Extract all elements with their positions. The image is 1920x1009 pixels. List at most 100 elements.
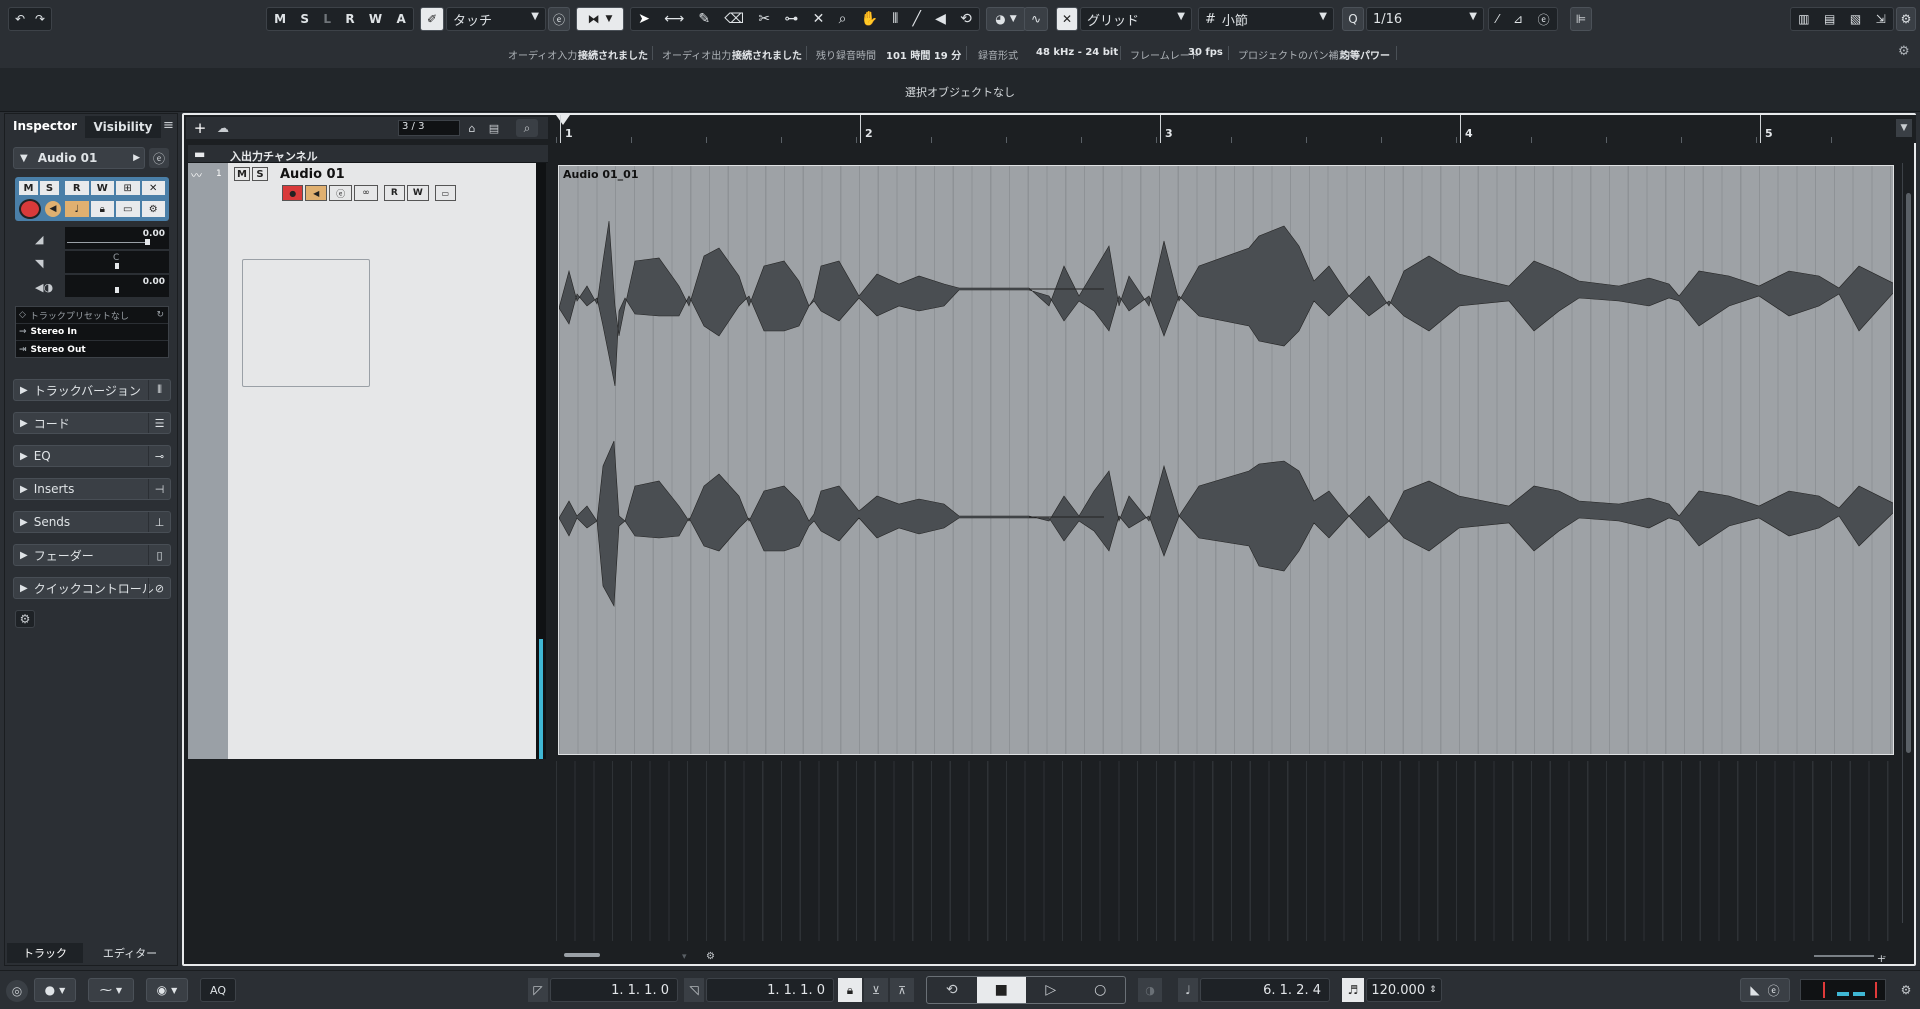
input-routing-row[interactable]: → Stereo In: [16, 324, 168, 341]
lanes-icon[interactable]: ▭: [116, 201, 140, 217]
align-icon[interactable]: ⊫: [1570, 7, 1592, 31]
object-select-icon[interactable]: ➤: [638, 11, 650, 27]
solo-button[interactable]: S: [252, 167, 268, 181]
tempo-track-icon[interactable]: ♬: [1342, 978, 1364, 1002]
gear-icon[interactable]: ⚙: [706, 951, 715, 962]
automation-mode-select[interactable]: タッチ ▼: [446, 7, 546, 31]
punch-select[interactable]: ⁓ ▼: [88, 978, 134, 1002]
inspector-track-header[interactable]: ▼ Audio 01 ▶: [13, 147, 145, 169]
tempo-display[interactable]: 120.000 ⇕: [1366, 978, 1442, 1002]
volume-handle[interactable]: [145, 239, 150, 245]
section-quick-controls[interactable]: ▶ クイックコントロール ⊘: [13, 577, 171, 599]
comp-icon[interactable]: ⫴: [892, 11, 898, 27]
undo-icon[interactable]: ↶: [10, 12, 30, 26]
position-display[interactable]: 6. 1. 2. 4: [1200, 978, 1330, 1002]
lanes-icon[interactable]: ▭: [434, 185, 456, 201]
search-icon[interactable]: ⌕: [516, 119, 538, 137]
automation-edit-icon[interactable]: ⓔ: [548, 7, 570, 31]
track-folder-icon[interactable]: ☁: [212, 119, 234, 137]
left-locator-display[interactable]: 1. 1. 1. 0: [550, 978, 678, 1002]
edit-channel-icon[interactable]: ⓔ: [328, 185, 353, 201]
snap-type-select[interactable]: グリッド ▼: [1080, 7, 1192, 31]
delay-handle[interactable]: [115, 287, 119, 293]
solo-button[interactable]: S: [40, 181, 59, 195]
section-inserts[interactable]: ▶ Inserts ⊣: [13, 478, 171, 500]
layout-bottom-icon[interactable]: ▤: [1824, 12, 1835, 26]
bypass-icon[interactable]: ✕: [141, 181, 165, 195]
solo-all-button[interactable]: S: [300, 12, 309, 26]
grid-type-select[interactable]: # 小節 ▼: [1198, 7, 1334, 31]
redo-icon[interactable]: ↷: [30, 12, 50, 26]
pan-fader[interactable]: C: [65, 251, 169, 273]
pencil-icon[interactable]: ✎: [698, 11, 710, 27]
read-button[interactable]: R: [65, 181, 89, 195]
link-icon[interactable]: ∞: [354, 185, 378, 201]
menu-icon[interactable]: ≡: [163, 118, 174, 133]
edit-channel-icon[interactable]: ⓔ: [149, 148, 169, 168]
layout-right-icon[interactable]: ▧: [1850, 12, 1861, 26]
record-enable-button[interactable]: ●: [282, 185, 304, 201]
auto-quantize-button[interactable]: AQ: [200, 978, 236, 1002]
monitor-button[interactable]: ◀: [45, 201, 61, 217]
play-tool-icon[interactable]: ◀: [935, 11, 946, 27]
punch-in-icon[interactable]: ⊻: [864, 978, 888, 1002]
play-button[interactable]: ▷: [1026, 977, 1076, 1003]
gear-icon[interactable]: ⚙: [15, 610, 35, 628]
quantize-apply-icon[interactable]: ⁄: [1496, 12, 1498, 26]
preset-row[interactable]: ◇ トラックプリセットなし ↻: [16, 307, 168, 324]
lock-icon[interactable]: 🔒︎: [838, 978, 862, 1002]
timebase-icon[interactable]: ♩: [1178, 978, 1198, 1002]
section-chords[interactable]: ▶ コード ☰: [13, 412, 171, 434]
tab-inspector[interactable]: Inspector: [7, 116, 83, 138]
record-mode-select[interactable]: ● ▼: [34, 978, 76, 1002]
write-button[interactable]: W: [90, 181, 114, 195]
pan-handle[interactable]: [115, 263, 119, 269]
right-locator-icon[interactable]: ◹: [684, 978, 704, 1002]
range-select-icon[interactable]: ⟷: [664, 11, 684, 27]
gear-icon[interactable]: ⚙: [1896, 980, 1916, 1000]
metronome-click-icon[interactable]: ◑: [1138, 978, 1162, 1002]
snap-toggle-icon[interactable]: ✕: [1056, 7, 1078, 31]
left-locator-icon[interactable]: ◸: [528, 978, 548, 1002]
settings-icon[interactable]: ⚙: [141, 201, 165, 217]
gear-icon[interactable]: ⚙: [1896, 7, 1916, 31]
monitor-button[interactable]: ◀: [305, 185, 327, 201]
ruler-menu-icon[interactable]: ▼: [1896, 119, 1912, 137]
hand-icon[interactable]: ✋: [861, 11, 878, 27]
mute-all-button[interactable]: M: [274, 12, 286, 26]
mute-tool-icon[interactable]: ✕: [813, 11, 825, 27]
track-name[interactable]: Audio 01: [280, 167, 345, 182]
audio-connections-icon[interactable]: ◎: [6, 980, 28, 1002]
section-track-versions[interactable]: ▶ トラックバージョン ⫴: [13, 379, 171, 401]
layout-left-icon[interactable]: ▥: [1798, 12, 1809, 26]
read-button[interactable]: R: [383, 185, 406, 201]
tab-track[interactable]: トラック: [7, 943, 83, 963]
scrollbar-thumb[interactable]: [564, 953, 600, 957]
listen-all-button[interactable]: L: [323, 12, 331, 26]
quantize-edit-icon[interactable]: ⓔ: [1538, 11, 1550, 28]
horizontal-scrollbar[interactable]: [564, 952, 1854, 958]
list-icon[interactable]: ▤: [484, 120, 504, 136]
glue-icon[interactable]: ⊶: [784, 11, 798, 27]
timebase-icon[interactable]: ♩: [65, 201, 89, 217]
quantize-icon[interactable]: Q: [1342, 7, 1364, 31]
write-button[interactable]: W: [407, 185, 429, 201]
zoom-slider[interactable]: [1814, 955, 1874, 957]
read-all-button[interactable]: R: [345, 12, 354, 26]
audio-track-header[interactable]: M S Audio 01 ● ◀ ⓔ ∞ R W ▭: [228, 163, 536, 759]
zoom-in-icon[interactable]: +: [1877, 952, 1886, 965]
lock-icon[interactable]: 🔒︎: [90, 201, 114, 217]
output-routing-row[interactable]: ⇥ Stereo Out: [16, 341, 168, 358]
record-button[interactable]: ○: [1076, 977, 1126, 1003]
volume-fader[interactable]: 0.00: [65, 227, 169, 249]
write-all-button[interactable]: W: [369, 12, 382, 26]
quantize-settings-icon[interactable]: ⊿: [1513, 12, 1523, 26]
right-locator-display[interactable]: 1. 1. 1. 0: [706, 978, 834, 1002]
cycle-record-select[interactable]: ◉ ▼: [146, 978, 188, 1002]
visibility-icon[interactable]: ⌂: [462, 120, 482, 136]
layout-edit-icon[interactable]: ⇲: [1876, 12, 1886, 26]
stop-button[interactable]: ■: [976, 977, 1026, 1003]
section-sends[interactable]: ▶ Sends ⊥: [13, 511, 171, 533]
eraser-icon[interactable]: ⌫: [724, 11, 744, 27]
section-eq[interactable]: ▶ EQ ⊸: [13, 445, 171, 467]
